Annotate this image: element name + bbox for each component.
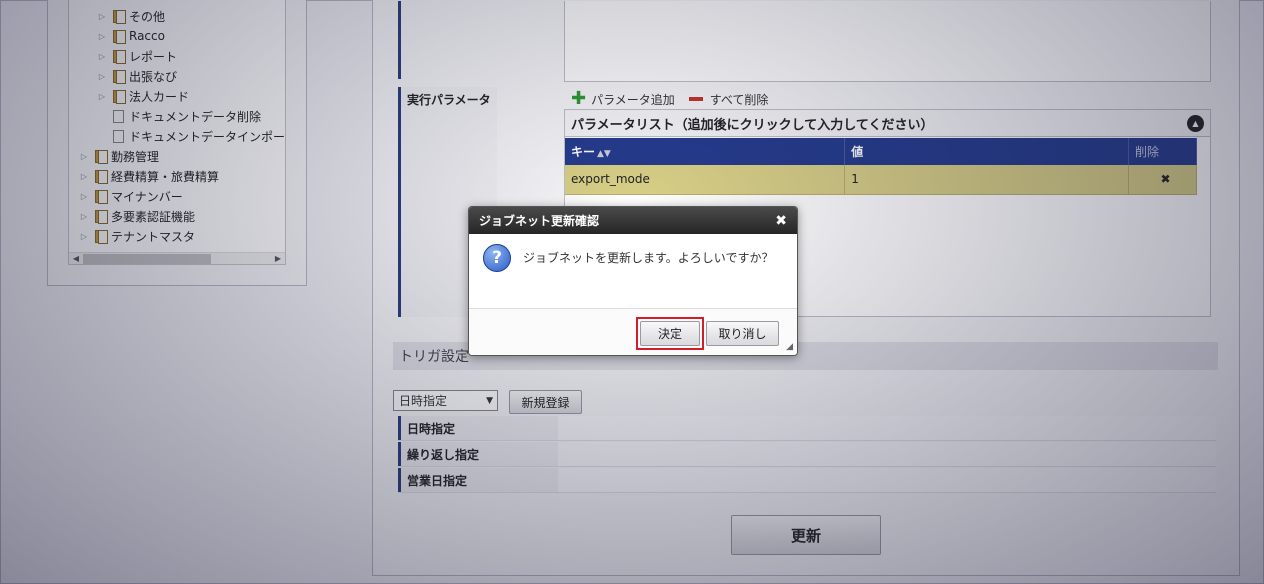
trigger-type-select[interactable]: 日時指定 ▼: [393, 390, 498, 411]
tree-item-label: 多要素認証機能: [111, 209, 196, 224]
tree-item-label: レポート: [129, 49, 178, 64]
trigger-row: 繰り返し指定: [398, 442, 1216, 467]
trigger-type-value: 日時指定: [399, 394, 448, 408]
folder-icon: [113, 9, 126, 24]
expand-icon[interactable]: ▷: [97, 92, 107, 101]
plus-icon[interactable]: ✚: [571, 90, 586, 108]
tree-item-label: テナントマスタ: [111, 229, 196, 244]
col-delete: 削除: [1128, 138, 1197, 165]
tree-item[interactable]: ▷ 法人カード: [97, 86, 189, 106]
folder-icon: [113, 49, 126, 64]
expand-icon[interactable]: ▷: [79, 152, 89, 161]
tree-item[interactable]: ▷ 勤務管理: [79, 146, 159, 166]
param-list-header: パラメータリスト（追加後にクリックして入力してください） ▲: [565, 110, 1210, 137]
dialog-message: ジョブネットを更新します。よろしいですか？: [523, 251, 774, 265]
upper-field-label: [398, 1, 401, 79]
expand-icon[interactable]: ▷: [79, 212, 89, 221]
sort-icon[interactable]: ▲▼: [597, 149, 611, 159]
tree-item[interactable]: ▷ 多要素認証機能: [79, 206, 195, 226]
dialog-body: ? ジョブネットを更新します。よろしいですか？: [469, 234, 797, 309]
dialog-titlebar[interactable]: ジョブネット更新確認 ✖: [469, 207, 797, 234]
tree-item-label: 経費精算・旅費精算: [111, 169, 220, 184]
trigger-row-label: 日時指定: [398, 416, 558, 440]
minus-icon[interactable]: [688, 97, 703, 101]
document-icon: [113, 129, 124, 143]
chevron-down-icon: ▼: [486, 395, 493, 406]
col-delete-label: 削除: [1135, 145, 1160, 159]
tree-item[interactable]: ▷ Racco: [97, 26, 165, 46]
tree-item-label: その他: [129, 9, 166, 24]
expand-icon[interactable]: ▷: [97, 52, 107, 61]
tree-item[interactable]: ▷ その他: [97, 6, 165, 26]
delete-all-button[interactable]: すべて削除: [710, 91, 769, 108]
tree-horizontal-scrollbar[interactable]: ◀ ▶: [69, 252, 285, 264]
trigger-row-label: 繰り返し指定: [398, 442, 558, 466]
col-value-label: 値: [851, 145, 864, 159]
folder-icon: [95, 169, 108, 184]
folder-icon: [95, 189, 108, 204]
expand-icon[interactable]: ▷: [79, 232, 89, 241]
new-register-button[interactable]: 新規登録: [509, 390, 582, 414]
tree-item-label: マイナンバー: [111, 189, 183, 204]
param-value-cell[interactable]: 1: [844, 165, 1130, 195]
dialog-footer: 決定 取り消し ◢: [469, 309, 797, 355]
description-textarea[interactable]: [564, 1, 1211, 82]
expand-icon[interactable]: ▷: [97, 12, 107, 21]
resize-handle-icon[interactable]: ◢: [786, 342, 793, 352]
trigger-section-title: トリガ設定: [399, 349, 469, 365]
confirm-dialog: ジョブネット更新確認 ✖ ? ジョブネットを更新します。よろしいですか？ 決定 …: [468, 206, 798, 356]
expand-icon[interactable]: ▷: [97, 32, 107, 41]
add-param-button[interactable]: パラメータ追加: [591, 91, 675, 108]
collapse-icon[interactable]: ▲: [1187, 114, 1204, 132]
param-actions: ✚ パラメータ追加 すべて削除: [571, 90, 768, 108]
category-tree: ◀ ▶ ▷ その他 ▷ Racco ▷ レポート ▷ 出張なび ▷ 法人カードドキュメントデータ削…: [68, 0, 286, 265]
param-list-title: パラメータリスト（追加後にクリックして入力してください）: [571, 117, 934, 133]
delete-row-icon[interactable]: ✖: [1128, 165, 1197, 195]
col-key[interactable]: キー ▲▼: [565, 138, 846, 165]
param-key-cell[interactable]: export_mode: [565, 165, 846, 195]
update-button[interactable]: 更新: [731, 515, 881, 555]
trigger-row-label: 営業日指定: [398, 468, 558, 492]
expand-icon[interactable]: ▷: [79, 192, 89, 201]
folder-icon: [95, 229, 108, 244]
question-icon: ?: [483, 244, 511, 272]
document-icon: [113, 109, 124, 123]
tree-item[interactable]: ドキュメントデータインポー: [97, 126, 285, 146]
close-icon[interactable]: ✖: [775, 213, 787, 229]
tree-item-label: 法人カード: [129, 89, 190, 104]
scroll-right-icon[interactable]: ▶: [271, 254, 285, 263]
ok-button[interactable]: 決定: [640, 321, 700, 346]
dialog-title: ジョブネット更新確認: [479, 214, 600, 228]
folder-icon: [113, 69, 126, 84]
scroll-thumb[interactable]: [83, 253, 211, 264]
col-key-label: キー: [571, 145, 596, 159]
folder-icon: [95, 209, 108, 224]
trigger-row: 営業日指定: [398, 468, 1216, 493]
expand-icon[interactable]: ▷: [79, 172, 89, 181]
tree-item-label: Racco: [129, 29, 165, 43]
tree-item[interactable]: ▷ 出張なび: [97, 66, 177, 86]
tree-item[interactable]: ▷ マイナンバー: [79, 186, 183, 206]
folder-icon: [95, 149, 108, 164]
col-value: 値: [844, 138, 1130, 165]
scroll-left-icon[interactable]: ◀: [69, 254, 83, 263]
tree-item-label: 出張なび: [129, 69, 178, 84]
tree-item-label: ドキュメントデータ削除: [129, 109, 262, 124]
tree-panel: ◀ ▶ ▷ その他 ▷ Racco ▷ レポート ▷ 出張なび ▷ 法人カードドキュメントデータ削…: [47, 0, 307, 286]
params-label-text: 実行パラメータ: [407, 93, 491, 107]
param-table: キー ▲▼ 値 削除 export_mode 1 ✖: [565, 138, 1197, 195]
table-row[interactable]: export_mode 1 ✖: [565, 165, 1197, 195]
trigger-row: 日時指定: [398, 416, 1216, 441]
folder-icon: [113, 89, 126, 104]
tree-item[interactable]: ドキュメントデータ削除: [97, 106, 261, 126]
expand-icon[interactable]: ▷: [97, 72, 107, 81]
tree-item[interactable]: ▷ 経費精算・旅費精算: [79, 166, 219, 186]
tree-item-label: 勤務管理: [111, 149, 160, 164]
tree-item[interactable]: ▷ テナントマスタ: [79, 226, 195, 246]
tree-item-label: ドキュメントデータインポー: [129, 129, 286, 144]
cancel-button[interactable]: 取り消し: [706, 321, 779, 346]
folder-icon: [113, 29, 126, 44]
tree-item[interactable]: ▷ レポート: [97, 46, 177, 66]
